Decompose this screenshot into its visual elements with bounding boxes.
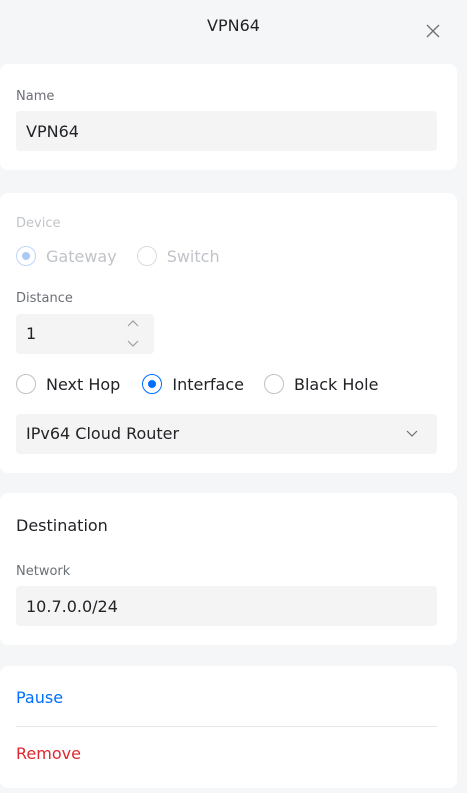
interface-select[interactable]: IPv64 Cloud Router — [16, 414, 437, 454]
actions-divider — [16, 726, 437, 727]
network-input[interactable]: 10.7.0.0/24 — [16, 586, 437, 626]
interface-radio[interactable]: Interface — [142, 374, 244, 394]
chevron-down-icon — [406, 430, 418, 437]
black-hole-radio[interactable]: Black Hole — [263, 374, 379, 394]
radio-indicator — [142, 374, 163, 394]
interface-select-value: IPv64 Cloud Router — [26, 424, 180, 443]
device-label: Device — [16, 216, 61, 231]
panel-title: VPN64 — [207, 16, 260, 35]
network-label: Network — [16, 564, 71, 579]
name-card: Name VPN64 — [0, 64, 457, 170]
radio-indicator — [136, 246, 157, 266]
distance-label: Distance — [16, 291, 73, 306]
decrement-icon[interactable] — [126, 338, 140, 348]
destination-card: Destination Network 10.7.0.0/24 — [0, 493, 457, 645]
interface-label: Interface — [172, 374, 244, 394]
device-gateway-label: Gateway — [46, 246, 117, 266]
name-input[interactable]: VPN64 — [16, 111, 437, 151]
close-icon[interactable] — [424, 22, 442, 40]
increment-icon[interactable] — [126, 319, 140, 329]
device-switch-radio[interactable]: Switch — [136, 246, 220, 266]
route-type-radio-group: Next Hop Interface Black Hole — [16, 372, 398, 396]
device-gateway-radio[interactable]: Gateway — [16, 246, 117, 266]
destination-title: Destination — [16, 516, 108, 535]
radio-indicator — [263, 374, 284, 394]
route-card: Device Gateway Switch Distance 1 Next Ho… — [0, 193, 457, 473]
panel-header: VPN64 — [0, 0, 467, 56]
device-radio-group: Gateway Switch — [16, 244, 240, 268]
next-hop-label: Next Hop — [46, 374, 121, 394]
pause-button[interactable]: Pause — [16, 688, 63, 707]
device-switch-label: Switch — [166, 246, 220, 266]
distance-value: 1 — [26, 324, 37, 343]
next-hop-radio[interactable]: Next Hop — [16, 374, 120, 394]
name-label: Name — [16, 89, 55, 104]
distance-stepper[interactable]: 1 — [16, 314, 154, 354]
radio-indicator — [16, 246, 36, 266]
remove-button[interactable]: Remove — [16, 744, 81, 763]
actions-card: Pause Remove — [0, 666, 457, 788]
radio-indicator — [16, 374, 36, 394]
black-hole-label: Black Hole — [293, 374, 379, 394]
